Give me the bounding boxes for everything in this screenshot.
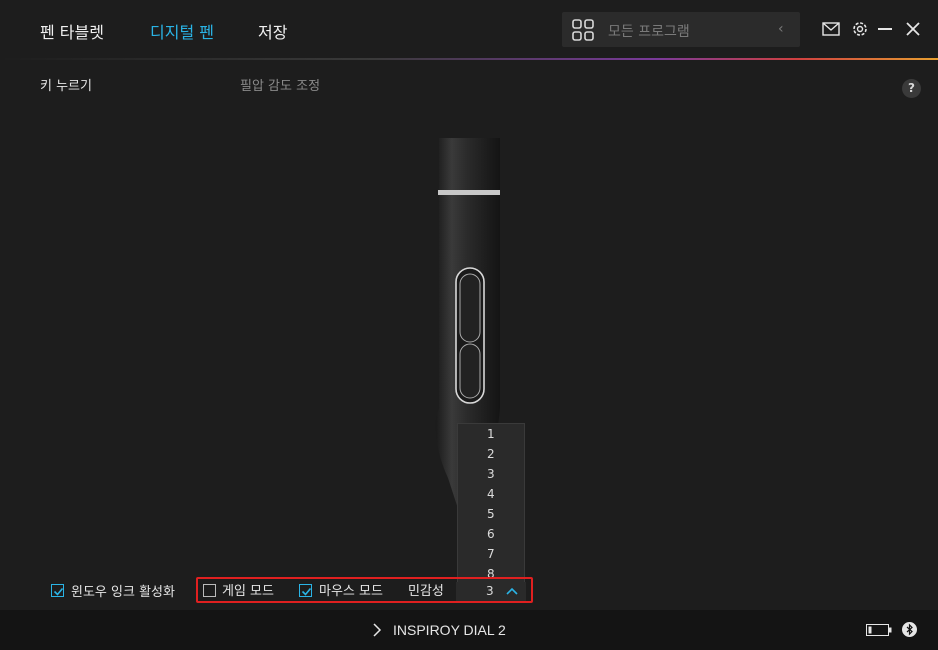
subtab-key-press[interactable]: 키 누르기: [40, 75, 92, 94]
dropdown-option[interactable]: 6: [458, 524, 524, 544]
dropdown-option[interactable]: 7: [458, 544, 524, 564]
top-bar: 펜 타블렛 디지털 펜 저장 모든 프로그램 ‹: [0, 0, 938, 58]
minimize-icon[interactable]: [876, 20, 894, 38]
tab-save[interactable]: 저장: [258, 19, 287, 43]
mail-icon[interactable]: [822, 20, 840, 38]
tab-pen-tablet[interactable]: 펜 타블렛: [40, 19, 104, 43]
apps-grid-icon: [572, 19, 594, 41]
game-mode-checkbox[interactable]: [203, 584, 216, 597]
tab-digital-pen[interactable]: 디지털 펜: [150, 19, 214, 43]
header-divider: [0, 58, 938, 60]
dropdown-option[interactable]: 1: [458, 424, 524, 444]
chevron-left-icon[interactable]: ‹: [778, 21, 784, 37]
chevron-right-icon[interactable]: [372, 623, 382, 637]
subtab-pressure-sensitivity[interactable]: 필압 감도 조정: [240, 75, 320, 94]
mouse-mode-checkbox[interactable]: [299, 584, 312, 597]
mouse-mode-label: 마우스 모드: [319, 584, 383, 599]
sensitivity-label: 민감성: [408, 584, 444, 599]
device-name[interactable]: INSPIROY DIAL 2: [393, 622, 506, 638]
dropdown-option[interactable]: 5: [458, 504, 524, 524]
sensitivity-select[interactable]: 3: [456, 582, 526, 601]
dropdown-option[interactable]: 3: [458, 464, 524, 484]
windows-ink-label: 윈도우 잉크 활성화: [71, 585, 175, 600]
sensitivity-dropdown-list[interactable]: 1 2 3 4 5 6 7 8: [457, 423, 525, 583]
game-mode-label: 게임 모드: [222, 584, 274, 599]
bluetooth-icon: [902, 622, 917, 637]
status-bar: INSPIROY DIAL 2: [0, 610, 938, 650]
close-icon[interactable]: [904, 20, 922, 38]
chevron-up-icon[interactable]: [506, 587, 518, 595]
dropdown-option[interactable]: 2: [458, 444, 524, 464]
gear-icon[interactable]: [851, 20, 869, 38]
sensitivity-value: 3: [486, 584, 494, 598]
help-icon[interactable]: ?: [902, 79, 921, 98]
battery-icon: [866, 624, 892, 636]
windows-ink-checkbox[interactable]: [51, 584, 64, 597]
dropdown-option[interactable]: 4: [458, 484, 524, 504]
program-selector-label: 모든 프로그램: [608, 24, 690, 40]
program-selector[interactable]: 모든 프로그램 ‹: [562, 12, 800, 47]
